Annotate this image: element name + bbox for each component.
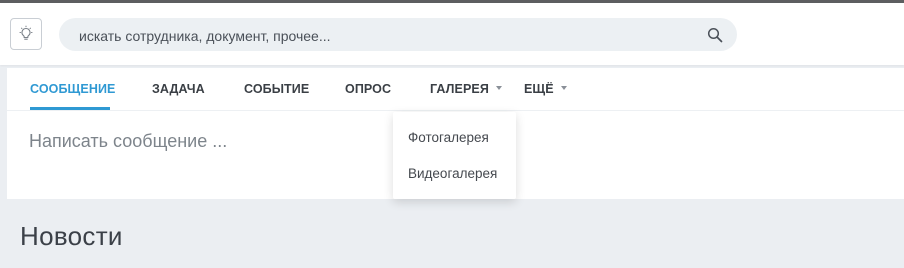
tab-gallery[interactable]: ГАЛЕРЕЯ bbox=[430, 82, 502, 96]
tab-more[interactable]: ЕЩЁ bbox=[524, 82, 567, 96]
gallery-dropdown-menu: Фотогалерея Видеогалерея bbox=[393, 112, 516, 199]
message-input[interactable]: Написать сообщение ... bbox=[29, 131, 227, 152]
lightbulb-icon bbox=[19, 25, 33, 40]
tab-more-label: ЕЩЁ bbox=[524, 82, 554, 96]
ideas-button[interactable] bbox=[10, 18, 42, 50]
top-header bbox=[0, 3, 904, 65]
menu-item-video-gallery[interactable]: Видеогалерея bbox=[408, 166, 497, 181]
menu-item-photo-gallery[interactable]: Фотогалерея bbox=[408, 130, 489, 145]
tab-message[interactable]: СООБЩЕНИЕ bbox=[30, 82, 115, 96]
active-tab-indicator bbox=[30, 107, 110, 110]
chevron-down-icon bbox=[560, 85, 567, 90]
tab-event[interactable]: СОБЫТИЕ bbox=[244, 82, 309, 96]
search-input[interactable] bbox=[77, 18, 681, 53]
search-bar bbox=[59, 18, 737, 53]
tab-task[interactable]: ЗАДАЧА bbox=[152, 82, 205, 96]
search-icon[interactable] bbox=[707, 27, 723, 43]
tab-gallery-label: ГАЛЕРЕЯ bbox=[430, 82, 489, 96]
news-heading: Новости bbox=[20, 221, 123, 251]
tab-poll[interactable]: ОПРОС bbox=[345, 82, 391, 96]
chevron-down-icon bbox=[495, 85, 502, 90]
composer-tabs: СООБЩЕНИЕ ЗАДАЧА СОБЫТИЕ ОПРОС ГАЛЕРЕЯ Е… bbox=[7, 68, 904, 111]
